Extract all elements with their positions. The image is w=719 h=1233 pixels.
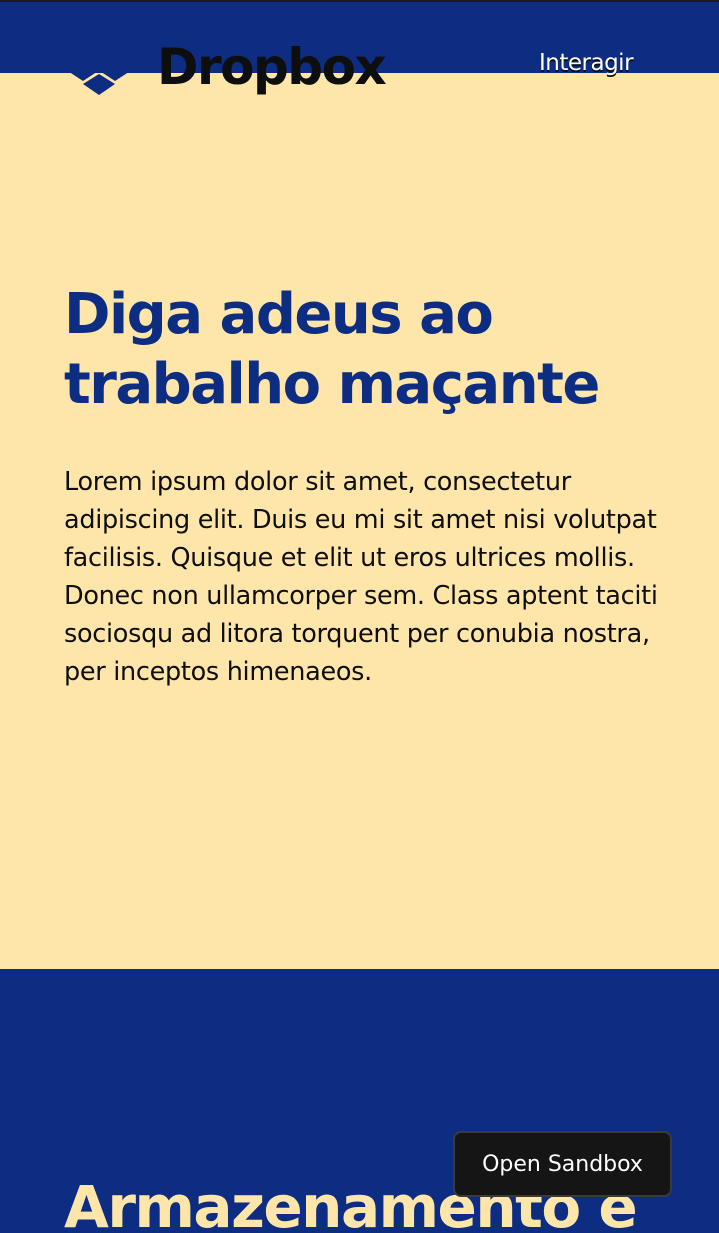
logo-text: Dropbox (157, 38, 387, 96)
open-sandbox-button[interactable]: Open Sandbox (453, 1131, 672, 1197)
dropbox-logo[interactable]: Dropbox (66, 38, 387, 96)
page: Dropbox Interagir Diga adeus ao trabalho… (0, 0, 719, 1233)
nav-link-interagir[interactable]: Interagir (539, 52, 634, 75)
dropbox-logo-icon (67, 38, 131, 95)
hero-text: Lorem ipsum dolor sit amet, consectetur … (64, 467, 658, 687)
hero-title: Diga adeus ao trabalho maçante (64, 282, 600, 417)
